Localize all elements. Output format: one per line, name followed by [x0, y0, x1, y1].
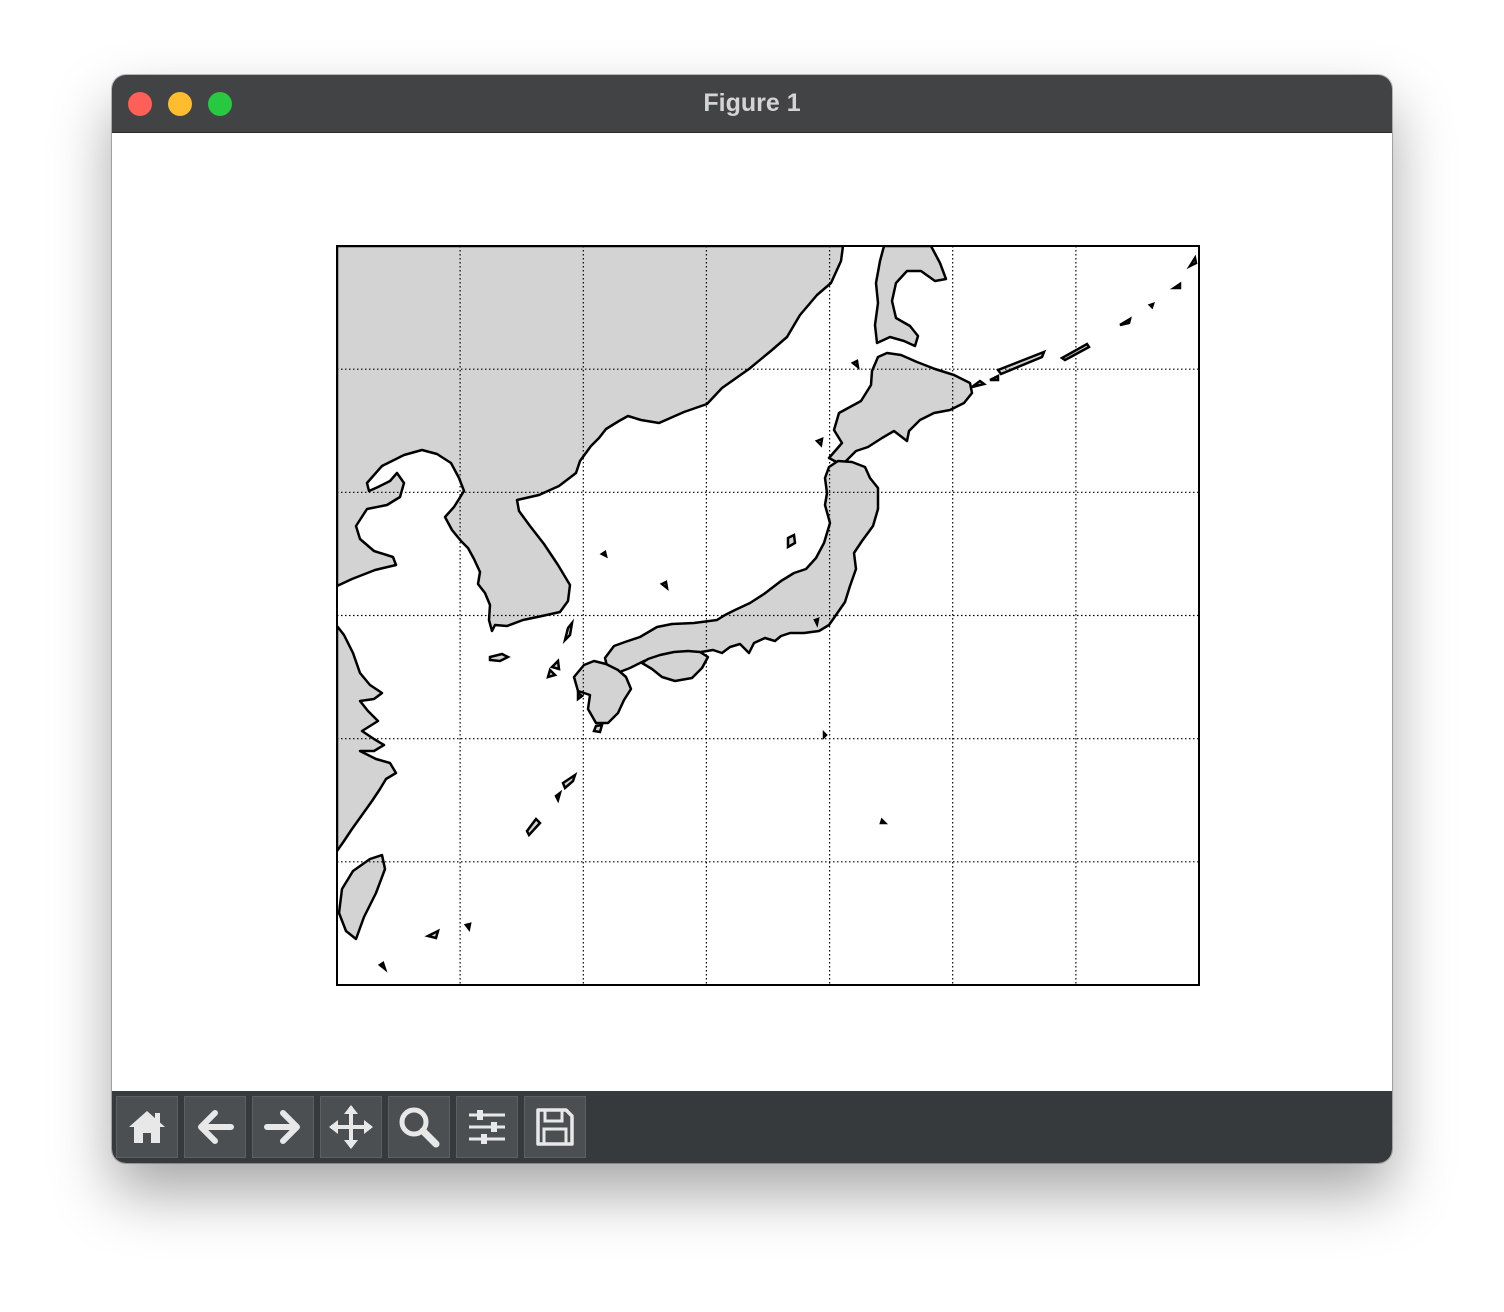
- save-button[interactable]: [524, 1096, 586, 1158]
- map-axes[interactable]: [112, 133, 1392, 1091]
- taiwan: [337, 853, 387, 941]
- mainland-asia: [337, 246, 845, 633]
- magnifier-icon: [399, 1107, 440, 1148]
- jeju-island: [488, 652, 511, 663]
- title-bar: Figure 1: [112, 75, 1392, 133]
- configure-subplots-button[interactable]: [456, 1096, 518, 1158]
- arrow-left-icon: [198, 1110, 234, 1144]
- back-button[interactable]: [184, 1096, 246, 1158]
- floppy-disk-icon: [536, 1108, 574, 1146]
- home-icon: [129, 1111, 165, 1143]
- pan-button[interactable]: [320, 1096, 382, 1158]
- figure-window: Figure 1: [112, 75, 1392, 1163]
- arrow-right-icon: [264, 1110, 300, 1144]
- sado-island: [786, 533, 797, 550]
- navigation-toolbar: [112, 1091, 1392, 1163]
- move-icon: [329, 1105, 373, 1149]
- figure-canvas[interactable]: [112, 133, 1392, 1091]
- sliders-icon: [469, 1110, 505, 1144]
- zoom-button[interactable]: [388, 1096, 450, 1158]
- window-title: Figure 1: [703, 89, 801, 117]
- home-button[interactable]: [116, 1096, 178, 1158]
- sakhalin: [873, 246, 948, 348]
- forward-button[interactable]: [252, 1096, 314, 1158]
